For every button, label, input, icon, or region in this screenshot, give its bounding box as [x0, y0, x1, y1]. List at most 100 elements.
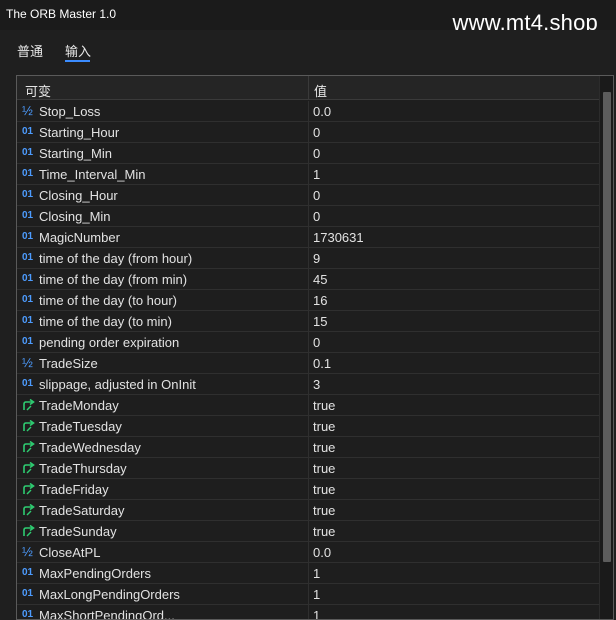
variable-value[interactable]: 1 — [313, 587, 320, 602]
variable-value[interactable]: true — [313, 440, 335, 455]
cell-separator — [308, 206, 309, 227]
table-row[interactable]: 01 time of the day (to hour) 16 — [17, 290, 599, 311]
cell-separator — [308, 584, 309, 605]
table-row[interactable]: 01 MagicNumber 1730631 — [17, 227, 599, 248]
table-row[interactable]: 01 Closing_Hour 0 — [17, 185, 599, 206]
cell-separator — [308, 332, 309, 353]
table-row[interactable]: 01 Starting_Min 0 — [17, 143, 599, 164]
variable-value[interactable]: 1 — [313, 566, 320, 581]
boolean-type-icon — [22, 481, 36, 497]
variable-value[interactable]: 0.1 — [313, 356, 331, 371]
variable-value[interactable]: 45 — [313, 272, 327, 287]
variable-value[interactable]: 3 — [313, 377, 320, 392]
table-row[interactable]: TradeFriday true — [17, 479, 599, 500]
table-row[interactable]: TradeTuesday true — [17, 416, 599, 437]
cell-separator — [308, 164, 309, 185]
cell-separator — [308, 500, 309, 521]
table-row[interactable]: 01 time of the day (from hour) 9 — [17, 248, 599, 269]
active-tab-indicator — [65, 60, 90, 62]
table-row[interactable]: TradeSunday true — [17, 521, 599, 542]
integer-type-icon: 01 — [22, 210, 34, 221]
table-row[interactable]: ½ TradeSize 0.1 — [17, 353, 599, 374]
variable-value[interactable]: 0 — [313, 146, 320, 161]
variable-value[interactable]: 0 — [313, 335, 320, 350]
table-row[interactable]: ½ CloseAtPL 0.0 — [17, 542, 599, 563]
variable-name: Starting_Min — [39, 146, 112, 161]
variable-name: MaxPendingOrders — [39, 566, 151, 581]
table-row[interactable]: 01 MaxLongPendingOrders 1 — [17, 584, 599, 605]
column-header-variable[interactable]: 可变 — [25, 81, 51, 100]
variable-value[interactable]: 16 — [313, 293, 327, 308]
column-header-value[interactable]: 值 — [314, 81, 327, 100]
variable-value[interactable]: 1730631 — [313, 230, 364, 245]
table-row[interactable]: 01 Closing_Min 0 — [17, 206, 599, 227]
cell-separator — [308, 311, 309, 332]
variable-value[interactable]: 1 — [313, 167, 320, 182]
variable-name: pending order expiration — [39, 335, 180, 350]
table-row[interactable]: 01 MaxShortPendingOrd... 1 — [17, 605, 599, 619]
tab-inputs[interactable]: 输入 — [65, 41, 91, 60]
cell-separator — [308, 605, 309, 619]
double-type-icon: ½ — [22, 355, 33, 370]
table-row[interactable]: 01 Starting_Hour 0 — [17, 122, 599, 143]
cell-separator — [308, 227, 309, 248]
table-row[interactable]: 01 pending order expiration 0 — [17, 332, 599, 353]
boolean-type-icon — [22, 523, 36, 539]
variable-value[interactable]: 0.0 — [313, 545, 331, 560]
cell-separator — [308, 458, 309, 479]
table-row[interactable]: 01 slippage, adjusted in OnInit 3 — [17, 374, 599, 395]
variable-name: TradeWednesday — [39, 440, 141, 455]
integer-type-icon: 01 — [22, 294, 34, 305]
tab-common[interactable]: 普通 — [17, 41, 43, 60]
window-title: The ORB Master 1.0 — [6, 7, 117, 21]
integer-type-icon: 01 — [22, 231, 34, 242]
table-row[interactable]: 01 time of the day (from min) 45 — [17, 269, 599, 290]
variable-name: TradeMonday — [39, 398, 119, 413]
variable-name: Starting_Hour — [39, 125, 120, 140]
cell-separator — [308, 395, 309, 416]
variable-value[interactable]: 9 — [313, 251, 320, 266]
table-row[interactable]: TradeSaturday true — [17, 500, 599, 521]
cell-separator — [308, 143, 309, 164]
variable-value[interactable]: 0 — [313, 125, 320, 140]
table-row[interactable]: TradeThursday true — [17, 458, 599, 479]
grid-header: 可变 值 — [17, 76, 599, 100]
table-row[interactable]: ½ Stop_Loss 0.0 — [17, 101, 599, 122]
grid-rows: ½ Stop_Loss 0.0 01 Starting_Hour 0 01 Starting_… — [17, 101, 599, 619]
variable-value[interactable]: true — [313, 398, 335, 413]
integer-type-icon: 01 — [22, 336, 34, 347]
cell-separator — [308, 248, 309, 269]
variable-value[interactable]: 15 — [313, 314, 327, 329]
table-row[interactable]: 01 Time_Interval_Min 1 — [17, 164, 599, 185]
variable-name: slippage, adjusted in OnInit — [39, 377, 196, 392]
table-row[interactable]: 01 time of the day (to min) 15 — [17, 311, 599, 332]
variable-value[interactable]: true — [313, 419, 335, 434]
variable-value[interactable]: true — [313, 482, 335, 497]
variable-name: Closing_Min — [39, 209, 111, 224]
cell-separator — [308, 416, 309, 437]
cell-separator — [308, 563, 309, 584]
integer-type-icon: 01 — [22, 588, 34, 599]
variable-value[interactable]: 0.0 — [313, 104, 331, 119]
integer-type-icon: 01 — [22, 168, 34, 179]
table-row[interactable]: 01 MaxPendingOrders 1 — [17, 563, 599, 584]
integer-type-icon: 01 — [22, 378, 34, 389]
variable-value[interactable]: 1 — [313, 608, 320, 619]
cell-separator — [308, 479, 309, 500]
variable-value[interactable]: true — [313, 503, 335, 518]
scrollbar-thumb[interactable] — [603, 92, 611, 562]
variable-name: time of the day (from hour) — [39, 251, 193, 266]
boolean-type-icon — [22, 460, 36, 476]
variable-name: CloseAtPL — [39, 545, 101, 560]
variable-value[interactable]: true — [313, 524, 335, 539]
table-row[interactable]: TradeMonday true — [17, 395, 599, 416]
vertical-scrollbar[interactable] — [599, 76, 613, 619]
variable-value[interactable]: 0 — [313, 209, 320, 224]
table-row[interactable]: TradeWednesday true — [17, 437, 599, 458]
column-separator[interactable] — [308, 76, 309, 100]
variable-value[interactable]: true — [313, 461, 335, 476]
variable-name: TradeTuesday — [39, 419, 122, 434]
variable-name: TradeSaturday — [39, 503, 125, 518]
integer-type-icon: 01 — [22, 126, 34, 137]
variable-value[interactable]: 0 — [313, 188, 320, 203]
